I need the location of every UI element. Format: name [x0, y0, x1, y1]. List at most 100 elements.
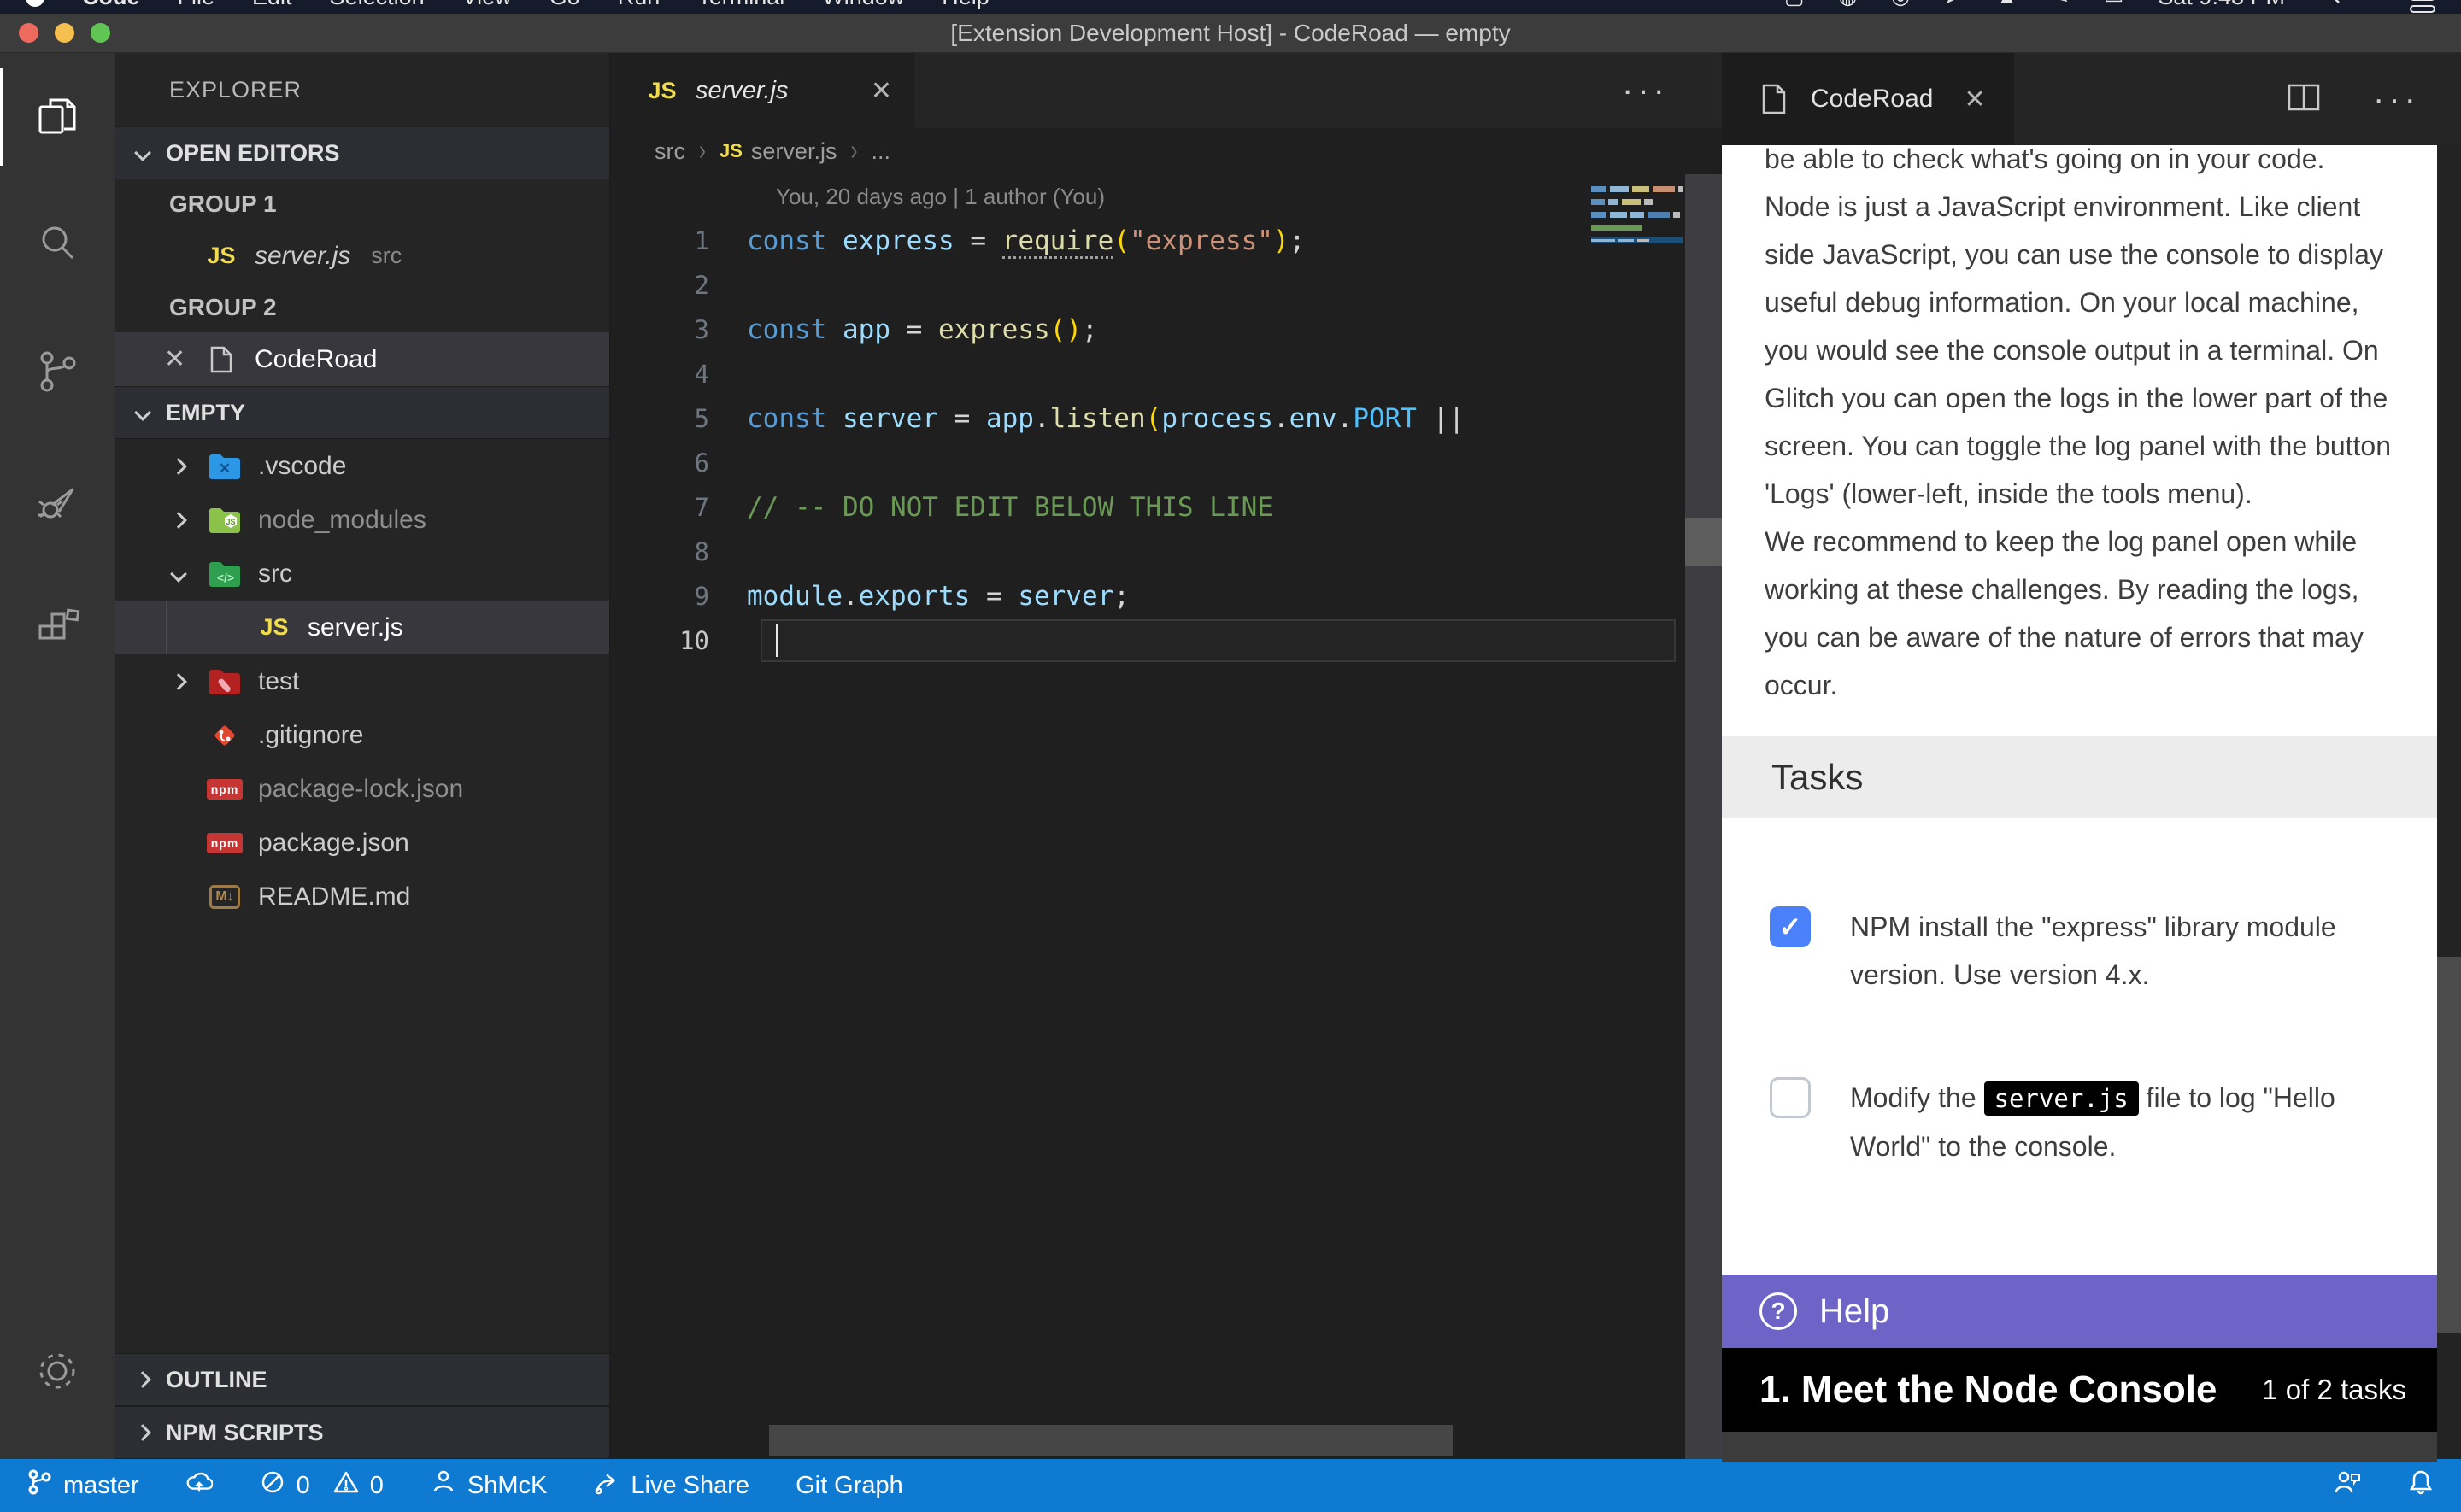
tree-item-package-lock-json[interactable]: npmpackage-lock.json [115, 762, 609, 816]
js-icon: JS [256, 612, 292, 643]
menu-bar-clock[interactable]: Sat 9:43 PM [2158, 0, 2285, 10]
webview-more-actions-button[interactable]: ··· [2373, 80, 2420, 119]
tab-coderoad[interactable]: CodeRoad ✕ [1722, 53, 2014, 145]
status-feedback-icon[interactable] [2333, 1468, 2362, 1503]
tree-item-package-json[interactable]: npmpackage.json [115, 816, 609, 870]
code-line-5[interactable]: 5const server = app.listen(process.env.P… [610, 396, 1722, 441]
help-bar[interactable]: ? Help [1722, 1275, 2437, 1348]
shield-icon[interactable]: ◍ [1838, 0, 1857, 9]
run-debug-icon [33, 476, 81, 528]
activity-search-icon[interactable] [0, 181, 115, 309]
code-line-10[interactable]: 10 [610, 618, 1722, 663]
menu-item-window[interactable]: Window [822, 0, 904, 10]
window-icon[interactable]: ▢ [1784, 0, 1805, 9]
git-blame-lens[interactable]: You, 20 days ago | 1 author (You) [610, 174, 1722, 219]
status-notifications-bell-icon[interactable] [2406, 1468, 2435, 1503]
spotlight-icon[interactable] [2319, 0, 2341, 11]
status-label: Git Graph [796, 1472, 903, 1500]
zoom-window-button[interactable] [91, 23, 110, 43]
code-editor[interactable]: You, 20 days ago | 1 author (You) 1const… [610, 174, 1722, 1459]
menu-item-run[interactable]: Run [618, 0, 661, 10]
menu-item-file[interactable]: File [178, 0, 215, 10]
code-line-9[interactable]: 9module.exports = server; [610, 574, 1722, 618]
activity-source-control-icon[interactable] [0, 309, 115, 437]
open-editors-group-label: GROUP 1 [115, 179, 609, 229]
status-item-account[interactable]: ShMcK [430, 1468, 547, 1503]
webview-scrollbar-track[interactable] [2437, 145, 2461, 1459]
circle-icon[interactable]: ◎ [1891, 0, 1910, 9]
tree-item-src[interactable]: </>src [115, 547, 609, 601]
activity-settings-gear-icon[interactable] [0, 1309, 115, 1437]
sidebar-section-npm-scripts[interactable]: NPM SCRIPTS [115, 1406, 609, 1459]
close-tab-icon[interactable]: ✕ [871, 76, 892, 106]
status-item-problems[interactable]: 00 [259, 1468, 384, 1503]
close-tab-icon[interactable]: ✕ [1964, 85, 1985, 114]
close-editor-icon[interactable]: ✕ [164, 344, 188, 374]
webview-scrollbar-thumb[interactable] [2437, 957, 2461, 1333]
folder-section-header[interactable]: EMPTY [115, 386, 609, 439]
menu-item-help[interactable]: Help [942, 0, 990, 10]
open-editors-header[interactable]: OPEN EDITORS [115, 126, 609, 179]
editor-more-actions-button[interactable]: ··· [1622, 72, 1669, 110]
tab-server-js[interactable]: JS server.js ✕ [610, 53, 914, 128]
breadcrumb-item[interactable]: src [655, 138, 685, 165]
location-icon[interactable]: ➤ [1944, 0, 1962, 9]
section-label: OUTLINE [166, 1367, 267, 1393]
activity-extensions-icon[interactable] [0, 566, 115, 694]
apple-menu-icon[interactable] [26, 0, 44, 7]
status-item-git-branch[interactable]: master [26, 1468, 139, 1503]
tree-item-node-modules[interactable]: JSnode_modules [115, 493, 609, 547]
battery-icon[interactable]: ▭ [2104, 0, 2124, 9]
status-item-git-graph[interactable]: Git Graph [796, 1472, 903, 1500]
code-line-7[interactable]: 7// -- DO NOT EDIT BELOW THIS LINE [610, 485, 1722, 530]
cloud-icon [185, 1468, 213, 1503]
sidebar-section-outline[interactable]: OUTLINE [115, 1353, 609, 1406]
close-window-button[interactable] [19, 23, 38, 43]
code-line-4[interactable]: 4 [610, 352, 1722, 396]
menu-item-terminal[interactable]: Terminal [697, 0, 784, 10]
activity-run-debug-icon[interactable] [0, 437, 115, 566]
menu-item-selection[interactable]: Selection [330, 0, 425, 10]
activity-explorer-icon[interactable] [0, 53, 115, 181]
panel-scrollbar-thumb[interactable] [1685, 518, 1722, 566]
menu-item-code[interactable]: Code [82, 0, 140, 10]
lesson-page-bar[interactable]: 1. Meet the Node Console 1 of 2 tasks [1722, 1348, 2437, 1432]
task-checkbox-unchecked[interactable] [1770, 1077, 1811, 1118]
menu-item-view[interactable]: View [462, 0, 512, 10]
editor-group: JS server.js ✕ ··· src›JSserver.js›... Y… [610, 53, 1722, 1459]
window-title-bar[interactable]: [Extension Development Host] - CodeRoad … [0, 14, 2461, 53]
status-item-publish-changes[interactable] [185, 1468, 213, 1503]
control-center-icon[interactable] [2410, 0, 2435, 13]
menu-item-go[interactable]: Go [549, 0, 580, 10]
breadcrumb-item[interactable]: ... [871, 138, 890, 165]
code-line-2[interactable]: 2 [610, 263, 1722, 308]
minimap[interactable] [1591, 186, 1683, 250]
tree-item--gitignore[interactable]: .gitignore [115, 708, 609, 762]
eject-icon[interactable]: ▲ [1996, 0, 2018, 9]
status-label: Live Share [631, 1472, 749, 1500]
tree-item-readme-md[interactable]: M↓README.md [115, 870, 609, 923]
code-line-6[interactable]: 6 [610, 441, 1722, 485]
pencil-icon[interactable]: ✎ [2052, 0, 2070, 9]
current-line-highlight [761, 619, 1676, 662]
tree-item--vscode[interactable]: ✕.vscode [115, 439, 609, 493]
panel-scrollbar-track[interactable] [1685, 174, 1722, 1459]
breadcrumb-item[interactable]: JSserver.js [720, 138, 837, 165]
open-editor-item-coderoad[interactable]: ✕CodeRoad [115, 332, 609, 386]
tree-item-test[interactable]: test [115, 654, 609, 708]
status-item-live-share[interactable]: Live Share [593, 1468, 749, 1503]
code-line-1[interactable]: 1const express = require("express"); [610, 219, 1722, 263]
code-line-3[interactable]: 3const app = express(); [610, 308, 1722, 352]
tree-item-label: README.md [258, 882, 410, 911]
settings-gear-icon [33, 1347, 81, 1399]
breadcrumb-separator: › [850, 134, 857, 167]
tree-item-server-js[interactable]: JSserver.js [115, 601, 609, 654]
open-editor-item-server-js[interactable]: JSserver.jssrc [115, 229, 609, 283]
split-editor-icon[interactable] [2288, 84, 2320, 115]
menu-item-edit[interactable]: Edit [252, 0, 292, 10]
tree-item-label: .vscode [258, 452, 346, 481]
minimize-window-button[interactable] [55, 23, 74, 43]
horizontal-scrollbar-thumb[interactable] [769, 1425, 1453, 1456]
code-line-8[interactable]: 8 [610, 530, 1722, 574]
task-checkbox-checked[interactable]: ✓ [1770, 906, 1811, 947]
